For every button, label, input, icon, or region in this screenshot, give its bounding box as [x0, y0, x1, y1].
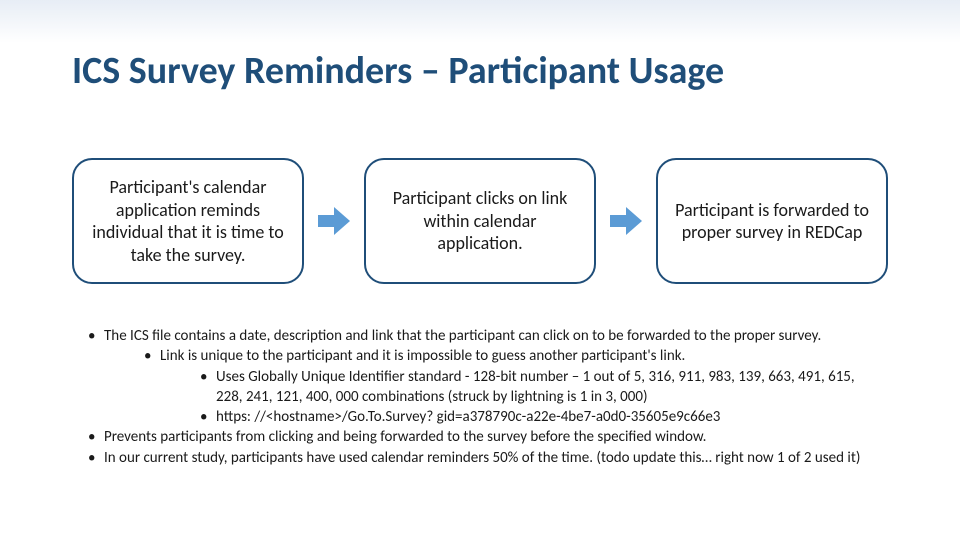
- bullet-item: Prevents participants from clicking and …: [88, 427, 880, 447]
- arrow-icon: [610, 207, 642, 235]
- bullet-item: Link is unique to the participant and it…: [144, 346, 880, 427]
- flow-step-1: Participant's calendar application remin…: [72, 158, 304, 284]
- flow-step-1-text: Participant's calendar application remin…: [88, 176, 288, 266]
- bullet-item: The ICS file contains a date, descriptio…: [88, 326, 880, 427]
- bullet-item: Uses Globally Unique Identifier standard…: [200, 367, 880, 408]
- bullet-text: Link is unique to the participant and it…: [160, 347, 685, 365]
- bullet-text: Prevents participants from clicking and …: [104, 428, 706, 446]
- bullet-item: https: //<hostname>/Go.To.Survey? gid=a3…: [200, 407, 880, 427]
- flow-step-2: Participant clicks on link within calend…: [364, 158, 596, 284]
- process-flow: Participant's calendar application remin…: [72, 158, 888, 284]
- bullet-item: In our current study, participants have …: [88, 448, 880, 468]
- flow-step-2-text: Participant clicks on link within calend…: [380, 187, 580, 255]
- slide-title: ICS Survey Reminders – Participant Usage: [72, 48, 724, 94]
- bullet-text: The ICS file contains a date, descriptio…: [104, 327, 821, 345]
- flow-step-3: Participant is forwarded to proper surve…: [656, 158, 888, 284]
- bullet-text: Uses Globally Unique Identifier standard…: [216, 368, 855, 406]
- slide: ICS Survey Reminders – Participant Usage…: [0, 0, 960, 540]
- arrow-icon: [318, 207, 350, 235]
- bullet-list: The ICS file contains a date, descriptio…: [88, 326, 880, 468]
- bullet-text: In our current study, participants have …: [104, 449, 860, 467]
- bullet-text: https: //<hostname>/Go.To.Survey? gid=a3…: [216, 408, 720, 426]
- flow-step-3-text: Participant is forwarded to proper surve…: [672, 199, 872, 244]
